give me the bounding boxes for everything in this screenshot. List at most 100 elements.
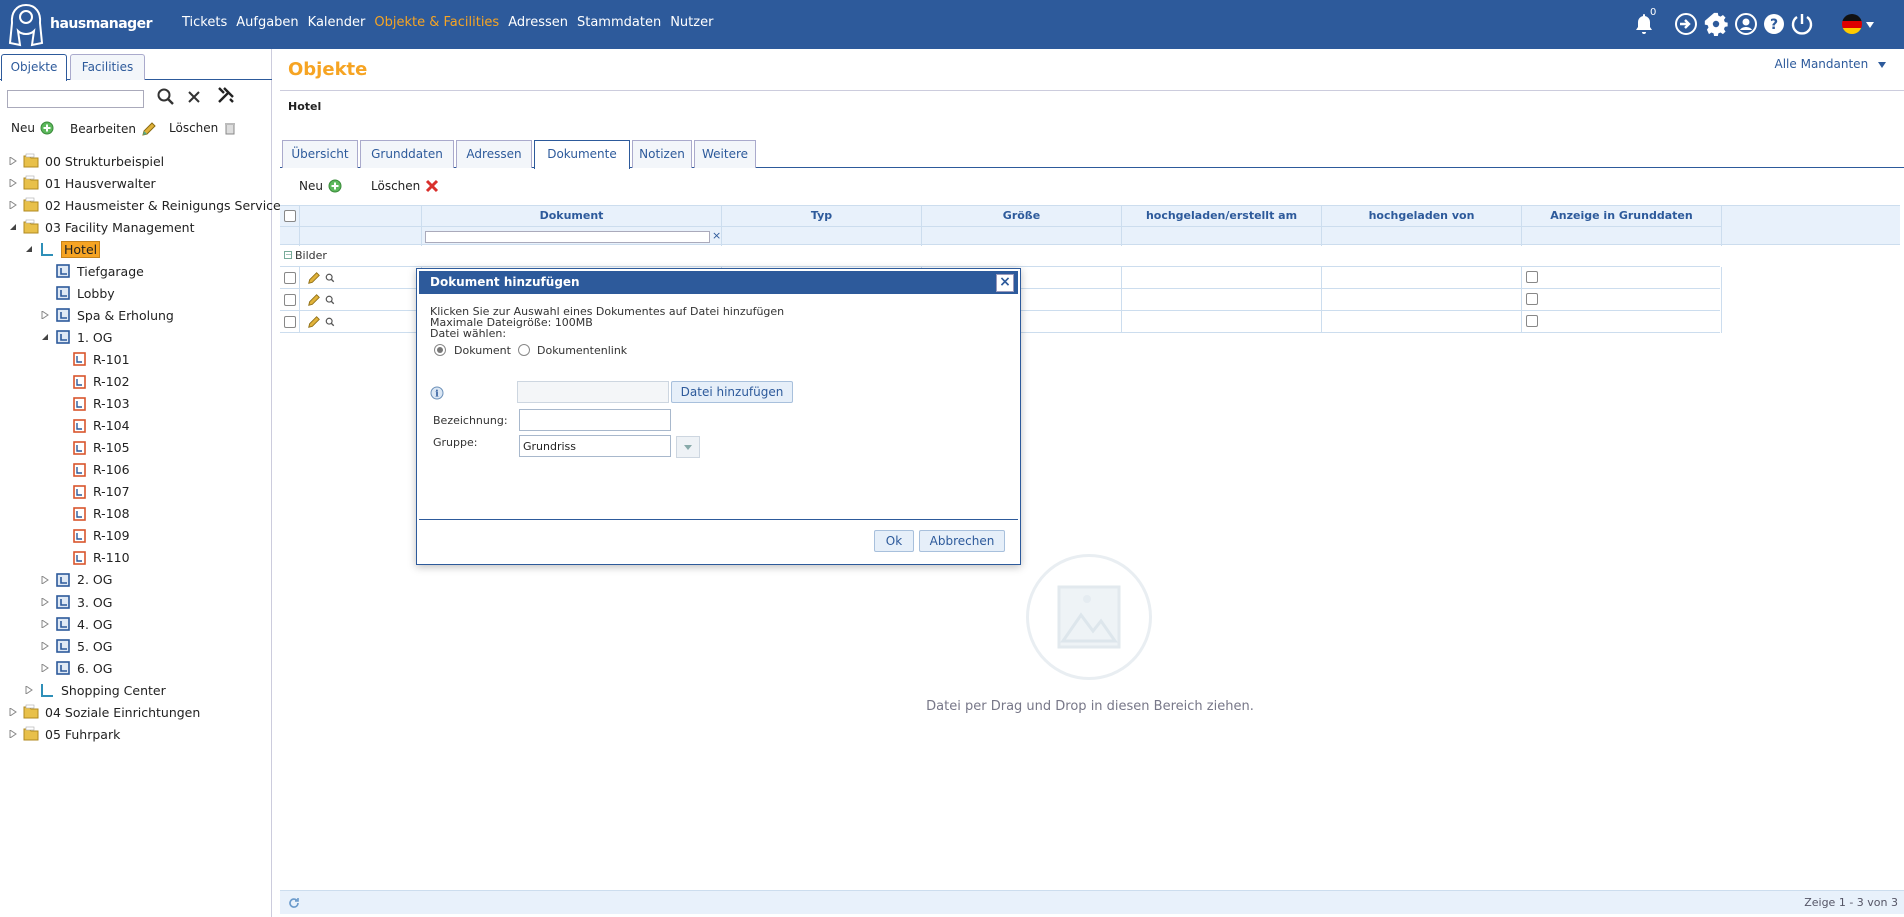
add-file-button[interactable]: Datei hinzufügen [671, 381, 793, 403]
filter-clear-icon[interactable]: × [712, 229, 721, 242]
tree-node[interactable]: R-105 [56, 438, 130, 458]
tree-node[interactable]: 4. OG [40, 614, 112, 634]
collapse-group-icon[interactable]: − [284, 251, 292, 259]
tree-search-input[interactable] [7, 90, 144, 108]
tree-node[interactable]: 3. OG [40, 592, 112, 612]
bezeichnung-input[interactable] [519, 409, 671, 431]
gear-icon[interactable] [1704, 12, 1728, 36]
search-icon[interactable] [156, 87, 176, 107]
collapse-icon[interactable] [40, 332, 50, 342]
tree-node[interactable]: R-107 [56, 482, 130, 502]
nav-tickets[interactable]: Tickets [182, 15, 227, 35]
tab-weitere[interactable]: Weitere [694, 140, 756, 168]
tree-node[interactable]: Lobby [40, 283, 115, 303]
tree-node[interactable]: R-101 [56, 349, 130, 369]
row-checkbox[interactable] [284, 272, 296, 284]
nav-stammdaten[interactable]: Stammdaten [577, 15, 661, 35]
gruppe-dropdown-button[interactable] [676, 436, 700, 458]
nav-kalender[interactable]: Kalender [308, 15, 366, 35]
logo[interactable]: hausmanager [6, 3, 153, 47]
login-icon[interactable] [1674, 12, 1698, 36]
anzeige-grunddaten-checkbox[interactable] [1526, 271, 1538, 283]
radio-dokument[interactable] [434, 344, 446, 356]
preview-icon[interactable] [325, 295, 335, 305]
language-dropdown-icon[interactable] [1866, 22, 1874, 28]
expand-icon[interactable] [8, 707, 18, 717]
tree-node[interactable]: R-103 [56, 394, 130, 414]
column-hochgeladen-von[interactable]: hochgeladen von [1322, 206, 1522, 226]
ok-button[interactable]: Ok [874, 530, 914, 552]
nav-adressen[interactable]: Adressen [508, 15, 568, 35]
edit-icon[interactable] [307, 315, 321, 329]
group-row[interactable]: − Bilder [280, 245, 1720, 267]
anzeige-grunddaten-checkbox[interactable] [1526, 293, 1538, 305]
expand-icon[interactable] [8, 178, 18, 188]
tree-node[interactable]: Shopping Center [24, 680, 166, 700]
preview-icon[interactable] [325, 273, 335, 283]
expand-icon[interactable] [40, 575, 50, 585]
tree-node[interactable]: 00 Strukturbeispiel [8, 151, 164, 171]
tree-node[interactable]: Spa & Erholung [40, 305, 174, 325]
expand-icon[interactable] [40, 663, 50, 673]
column-typ[interactable]: Typ [722, 206, 922, 226]
delete-button[interactable]: Löschen [169, 121, 237, 135]
tree-node[interactable]: 03 Facility Management [8, 217, 195, 237]
expand-icon[interactable] [24, 685, 34, 695]
tree-node[interactable]: R-109 [56, 526, 130, 546]
gruppe-select[interactable]: Grundriss [519, 435, 671, 457]
nav-aufgaben[interactable]: Aufgaben [236, 15, 298, 35]
tree-node[interactable]: 6. OG [40, 658, 112, 678]
column-anzeige-grunddaten[interactable]: Anzeige in Grunddaten [1522, 206, 1722, 226]
tab-notizen[interactable]: Notizen [632, 140, 692, 168]
expand-icon[interactable] [40, 597, 50, 607]
column-hochgeladen-am[interactable]: hochgeladen/erstellt am [1122, 206, 1322, 226]
tree-node[interactable]: Tiefgarage [40, 261, 144, 281]
cancel-button[interactable]: Abbrechen [919, 530, 1005, 552]
tree-node[interactable]: 01 Hausverwalter [8, 173, 156, 193]
new-document-button[interactable]: Neu [299, 179, 342, 193]
new-button[interactable]: Neu [11, 121, 54, 135]
tree-node[interactable]: 04 Soziale Einrichtungen [8, 702, 200, 722]
expand-icon[interactable] [8, 729, 18, 739]
dokument-filter-input[interactable] [425, 231, 710, 243]
preview-icon[interactable] [325, 317, 335, 327]
expand-icon[interactable] [40, 641, 50, 651]
row-checkbox[interactable] [284, 316, 296, 328]
file-path-input[interactable] [517, 381, 669, 403]
edit-icon[interactable] [307, 271, 321, 285]
column-groesse[interactable]: Größe [922, 206, 1122, 226]
info-icon[interactable]: i [430, 386, 444, 400]
tree-node[interactable]: Hotel [24, 239, 101, 259]
tree-node[interactable]: 2. OG [40, 570, 112, 590]
collapse-icon[interactable] [24, 244, 34, 254]
user-icon[interactable] [1734, 12, 1758, 36]
refresh-icon[interactable] [288, 897, 300, 909]
tab-grunddaten[interactable]: Grunddaten [360, 140, 454, 168]
tab-dokumente[interactable]: Dokumente [534, 140, 630, 169]
power-icon[interactable] [1790, 12, 1814, 36]
edit-button[interactable]: Bearbeiten [70, 121, 157, 137]
expand-icon[interactable] [8, 200, 18, 210]
tree-node[interactable]: R-110 [56, 548, 130, 568]
tab-facilities[interactable]: Facilities [70, 54, 145, 80]
tools-icon[interactable] [216, 85, 236, 105]
help-icon[interactable]: ? [1762, 12, 1786, 36]
mandant-dropdown[interactable]: Alle Mandanten [1775, 57, 1886, 71]
expand-icon[interactable] [40, 619, 50, 629]
select-all-checkbox[interactable] [284, 210, 296, 222]
tree-node[interactable]: R-108 [56, 504, 130, 524]
expand-icon[interactable] [8, 156, 18, 166]
tree-node[interactable]: R-102 [56, 372, 130, 392]
tab-übersicht[interactable]: Übersicht [282, 140, 358, 168]
flag-de-icon[interactable] [1840, 12, 1864, 36]
column-dokument[interactable]: Dokument [422, 206, 722, 226]
nav-objekte-facilities[interactable]: Objekte & Facilities [374, 15, 499, 35]
edit-icon[interactable] [307, 293, 321, 307]
clear-icon[interactable] [184, 87, 204, 107]
delete-document-button[interactable]: Löschen [371, 179, 439, 193]
close-icon[interactable]: × [996, 274, 1014, 292]
collapse-icon[interactable] [8, 222, 18, 232]
tree-node[interactable]: 5. OG [40, 636, 112, 656]
tree-node[interactable]: R-104 [56, 416, 130, 436]
tree-node[interactable]: 02 Hausmeister & Reinigungs Service [8, 195, 281, 215]
